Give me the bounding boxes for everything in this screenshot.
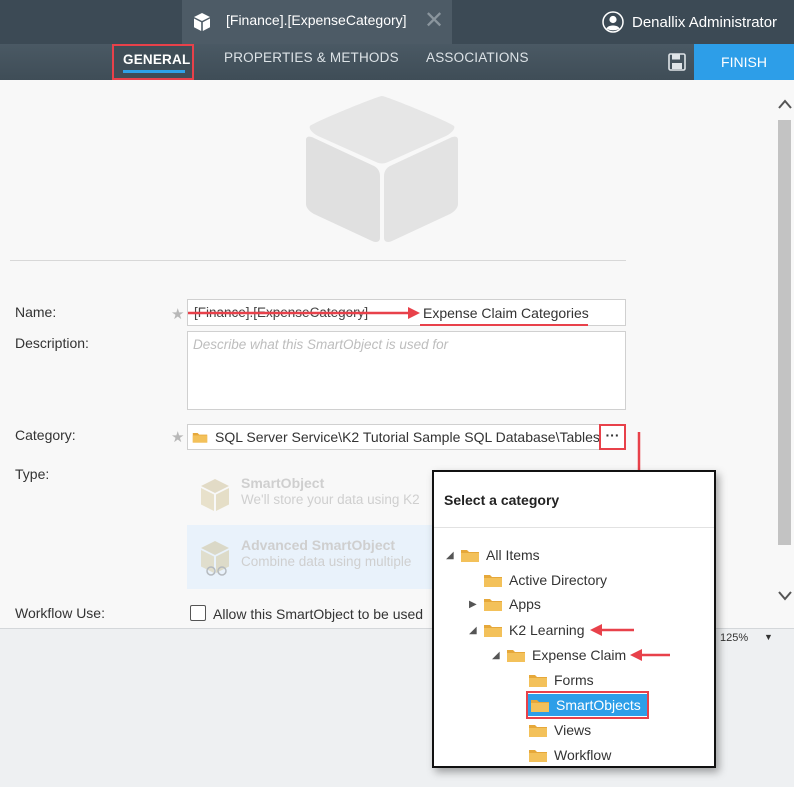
folder-icon	[506, 647, 526, 663]
close-icon[interactable]: ✕	[424, 8, 444, 34]
zoom-level[interactable]: 125%	[720, 632, 748, 644]
tab-title: [Finance].[ExpenseCategory]	[226, 12, 407, 28]
type-option-desc: We'll store your data using K2	[241, 492, 420, 507]
tree-item-label: Expense Claim	[532, 647, 627, 663]
description-placeholder: Describe what this SmartObject is used f…	[193, 337, 449, 352]
tree-item-forms[interactable]: Forms	[514, 669, 594, 691]
tree-item-apps[interactable]: ▶ Apps	[469, 593, 541, 615]
tree-item-smartobjects[interactable]: SmartObjects	[526, 691, 649, 719]
user-avatar-icon	[602, 11, 624, 33]
smartobject-cube-icon	[306, 96, 458, 242]
scroll-thumb[interactable]	[778, 120, 791, 545]
workflow-use-checkbox-label: Allow this SmartObject to be used	[213, 606, 424, 622]
description-input[interactable]: Describe what this SmartObject is used f…	[187, 331, 626, 410]
tab-properties-methods[interactable]: PROPERTIES & METHODS	[224, 50, 399, 65]
expand-triangle-icon[interactable]: ▶	[469, 599, 483, 610]
finish-button[interactable]: FINISH	[694, 44, 794, 80]
select-category-dialog[interactable]: Select a category ◢ All Items Active Dir…	[432, 470, 716, 768]
required-star-icon: ★	[171, 306, 185, 323]
category-value: SQL Server Service\K2 Tutorial Sample SQ…	[215, 429, 600, 445]
collapse-triangle-icon[interactable]: ◢	[492, 650, 506, 661]
save-button[interactable]	[660, 44, 694, 80]
tab-general-label: GENERAL	[123, 52, 191, 67]
tree-item-label: Active Directory	[509, 572, 608, 588]
name-label: Name:	[15, 304, 57, 320]
tab-general[interactable]: GENERAL	[112, 44, 194, 80]
tree-item-label: K2 Learning	[509, 622, 585, 638]
tree-item-label: SmartObjects	[556, 697, 641, 713]
annotation-underline	[420, 324, 588, 326]
tree-item-label: Apps	[509, 596, 541, 612]
folder-icon	[528, 747, 548, 763]
category-browse-button[interactable]: ···	[599, 424, 626, 450]
tree-item-workflow[interactable]: Workflow	[514, 744, 611, 766]
folder-icon	[483, 596, 503, 612]
vertical-scrollbar[interactable]	[775, 80, 794, 628]
tree-item-views[interactable]: Views	[514, 719, 591, 741]
collapse-triangle-icon[interactable]: ◢	[446, 550, 460, 561]
annotation-arrow-left	[630, 649, 670, 661]
smartobject-cube-icon	[201, 479, 229, 511]
tree-item-label: Workflow	[554, 747, 612, 763]
tree-item-all-items[interactable]: ◢ All Items	[446, 544, 540, 566]
tree-item-active-directory[interactable]: Active Directory	[469, 569, 607, 591]
folder-icon	[483, 622, 503, 638]
dialog-header: Select a category	[434, 472, 714, 528]
folder-icon	[528, 722, 548, 738]
dialog-title: Select a category	[444, 492, 560, 508]
type-option-title: SmartObject	[241, 475, 325, 491]
save-icon	[668, 53, 686, 71]
tree-item-label: Views	[554, 722, 592, 738]
chevron-down-icon[interactable]	[775, 588, 794, 608]
folder-icon	[483, 572, 503, 588]
annotation-arrow-left	[590, 624, 634, 636]
workflow-use-label: Workflow Use:	[15, 605, 105, 621]
name-new-value: Expense Claim Categories	[423, 305, 589, 321]
folder-icon	[528, 672, 548, 688]
type-option-title: Advanced SmartObject	[241, 537, 396, 553]
annotation-arrow-right	[188, 307, 420, 319]
tree-item-label: Forms	[554, 672, 594, 688]
tree-item-k2-learning[interactable]: ◢ K2 Learning	[469, 619, 585, 641]
workflow-use-checkbox[interactable]	[190, 605, 206, 621]
category-label: Category:	[15, 427, 76, 443]
category-field[interactable]: SQL Server Service\K2 Tutorial Sample SQ…	[187, 424, 626, 450]
required-star-icon: ★	[171, 429, 185, 446]
type-option-smartobject[interactable]: SmartObject We'll store your data using …	[187, 463, 447, 527]
tree-item-expense-claim[interactable]: ◢ Expense Claim	[492, 644, 626, 666]
advanced-smartobject-icon	[201, 541, 229, 576]
tree-item-label: All Items	[486, 547, 540, 563]
section-divider	[10, 260, 626, 261]
tab-associations[interactable]: ASSOCIATIONS	[426, 50, 529, 65]
chevron-down-icon[interactable]: ▼	[764, 632, 773, 642]
chevron-up-icon[interactable]	[775, 96, 794, 116]
folder-icon	[192, 430, 208, 444]
user-menu[interactable]: Denallix Administrator	[602, 11, 777, 33]
type-option-desc: Combine data using multiple	[241, 554, 412, 569]
type-option-advanced-smartobject[interactable]: Advanced SmartObject Combine data using …	[187, 525, 447, 589]
smartobject-cube-icon	[194, 13, 210, 31]
description-label: Description:	[15, 335, 89, 351]
active-tab-indicator	[123, 70, 185, 73]
type-label: Type:	[15, 466, 50, 482]
collapse-triangle-icon[interactable]: ◢	[469, 625, 483, 636]
folder-icon	[530, 697, 550, 713]
folder-icon	[460, 547, 480, 563]
user-name: Denallix Administrator	[632, 13, 778, 31]
